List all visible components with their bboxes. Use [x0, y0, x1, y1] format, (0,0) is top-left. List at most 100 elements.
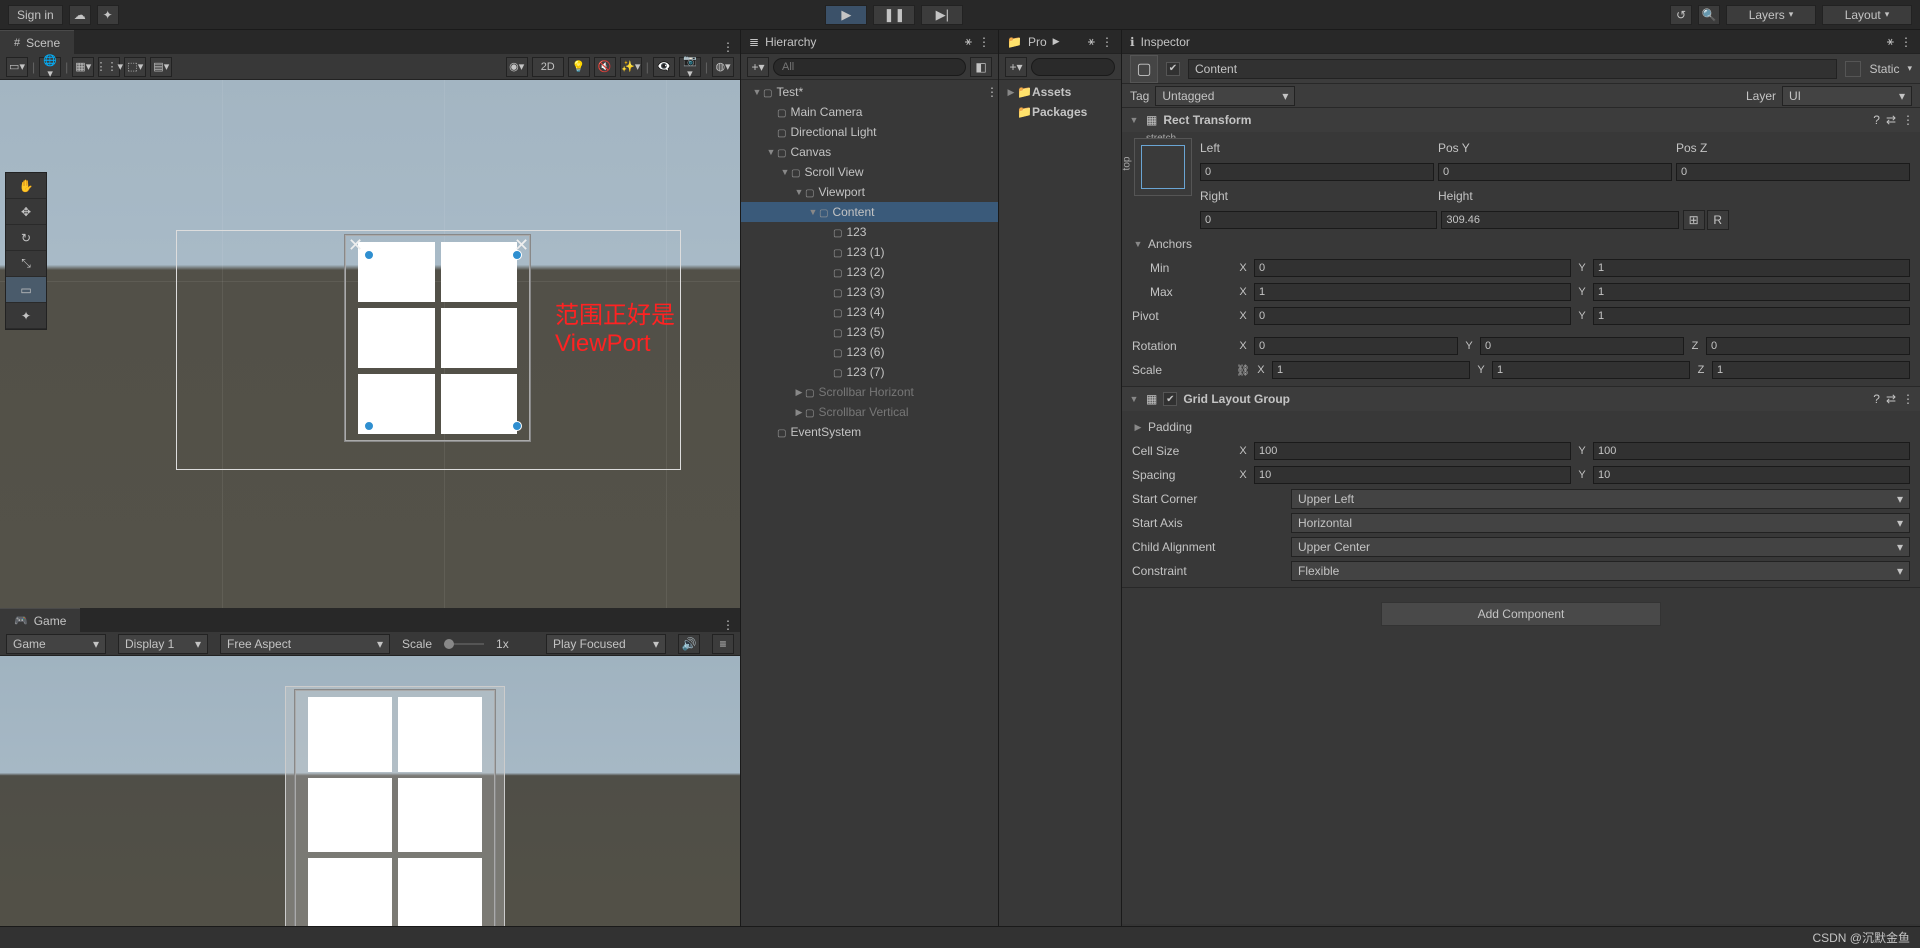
search-mode-button[interactable]: ◧	[970, 57, 992, 77]
scale-y[interactable]	[1492, 361, 1690, 379]
hierarchy-item[interactable]: 123 (1)	[741, 242, 998, 262]
anchors-fold[interactable]: ▼	[1132, 239, 1144, 249]
hand-tool[interactable]: ✋	[6, 173, 46, 199]
preset-icon[interactable]: ⇄	[1886, 392, 1896, 406]
grid-button[interactable]: ▦▾	[72, 57, 94, 77]
hierarchy-item[interactable]: 123 (4)	[741, 302, 998, 322]
gameobject-icon[interactable]: ▢	[1130, 55, 1158, 83]
add-button[interactable]: +▾	[747, 57, 769, 77]
step-button[interactable]: ▶|	[921, 5, 963, 25]
stats-button[interactable]: ≡	[712, 634, 734, 654]
hierarchy-item[interactable]: ▼Scroll View	[741, 162, 998, 182]
cell-y[interactable]	[1593, 442, 1910, 460]
rect-tool[interactable]: ▭	[6, 277, 46, 303]
hierarchy-item[interactable]: ▶Scrollbar Horizont	[741, 382, 998, 402]
lighting-button[interactable]: 💡	[568, 57, 590, 77]
hierarchy-item[interactable]: 123 (5)	[741, 322, 998, 342]
hierarchy-menu-icon[interactable]	[978, 35, 990, 49]
aspect-dropdown[interactable]: Free Aspect▾	[220, 634, 390, 654]
play-mode-dropdown[interactable]: Play Focused▾	[546, 634, 666, 654]
rot-z[interactable]	[1706, 337, 1910, 355]
project-menu-icon[interactable]	[1101, 35, 1113, 49]
display-dropdown[interactable]: Display 1▾	[118, 634, 208, 654]
anchor-preset-button[interactable]	[1134, 138, 1192, 196]
hierarchy-item[interactable]: 123 (6)	[741, 342, 998, 362]
vc-icon[interactable]: ✦	[97, 5, 119, 25]
inspector-menu-icon[interactable]	[1900, 35, 1912, 49]
fold-icon[interactable]: ▼	[1128, 394, 1140, 404]
help-icon[interactable]: ?	[1873, 113, 1880, 127]
anchor-max-x[interactable]	[1254, 283, 1571, 301]
start-axis-dropdown[interactable]: Horizontal▾	[1291, 513, 1910, 533]
hierarchy-item[interactable]: 123 (2)	[741, 262, 998, 282]
hierarchy-item[interactable]: ▼Viewport	[741, 182, 998, 202]
scale-tool[interactable]: ⤡	[6, 251, 46, 277]
anchor-min-x[interactable]	[1254, 259, 1571, 277]
lock-icon[interactable]: ⚹	[965, 34, 972, 49]
hierarchy-search[interactable]	[773, 58, 966, 76]
project-tree[interactable]: ▶📁 Assets📁 Packages	[999, 80, 1121, 948]
help-icon[interactable]: ?	[1873, 392, 1880, 406]
raw-edit-button[interactable]: R	[1707, 210, 1729, 230]
mute-button[interactable]: 🔊	[678, 634, 700, 654]
space-y[interactable]	[1593, 466, 1910, 484]
object-name-field[interactable]: Content	[1188, 59, 1837, 79]
layer-dropdown[interactable]: UI▾	[1782, 86, 1912, 106]
project-item[interactable]: 📁 Packages	[999, 102, 1121, 122]
scene-menu-icon[interactable]	[722, 40, 734, 54]
left-input[interactable]	[1200, 163, 1434, 181]
search-icon[interactable]: 🔍	[1698, 5, 1720, 25]
game-display-type[interactable]: Game▾	[6, 634, 106, 654]
right-input[interactable]	[1200, 211, 1437, 229]
fx-button[interactable]: ✨▾	[620, 57, 642, 77]
hierarchy-item[interactable]: ▼Content	[741, 202, 998, 222]
height-input[interactable]	[1441, 211, 1678, 229]
posy-input[interactable]	[1438, 163, 1672, 181]
scene-tab[interactable]: # Scene	[0, 30, 74, 54]
project-item[interactable]: ▶📁 Assets	[999, 82, 1121, 102]
hierarchy-item[interactable]: ▼Test*	[741, 82, 998, 102]
hierarchy-item[interactable]: Main Camera	[741, 102, 998, 122]
anchor-max-y[interactable]	[1593, 283, 1910, 301]
blueprint-button[interactable]: ⊞	[1683, 210, 1705, 230]
hierarchy-item[interactable]: 123 (7)	[741, 362, 998, 382]
grid-snap-button[interactable]: ▤▾	[150, 57, 172, 77]
hierarchy-item[interactable]: 123	[741, 222, 998, 242]
active-checkbox[interactable]: ✔	[1166, 62, 1180, 76]
hierarchy-item[interactable]: EventSystem	[741, 422, 998, 442]
component-menu-icon[interactable]	[1902, 392, 1914, 406]
tag-dropdown[interactable]: Untagged▾	[1155, 86, 1295, 106]
scene-view[interactable]: ✕ ✕ 范围正好是ViewPort ✋ ✥ ↻ ⤡ ▭ ✦	[0, 80, 740, 608]
play-button[interactable]: ▶	[825, 5, 867, 25]
hierarchy-item[interactable]: 123 (3)	[741, 282, 998, 302]
game-view[interactable]	[0, 656, 740, 948]
shading-button[interactable]: ◉▾	[506, 57, 528, 77]
hierarchy-tree[interactable]: ▼Test*Main CameraDirectional Light▼Canva…	[741, 80, 998, 948]
pivot-mode-button[interactable]: ▭▾	[6, 57, 28, 77]
component-menu-icon[interactable]	[1902, 113, 1914, 127]
snap-button[interactable]: ⬚▾	[124, 57, 146, 77]
scale-slider[interactable]	[444, 643, 484, 645]
audio-button[interactable]: 🔇	[594, 57, 616, 77]
anchor-handle[interactable]: ✕	[348, 235, 363, 256]
camera-button[interactable]: 📷▾	[679, 57, 701, 77]
move-tool[interactable]: ✥	[6, 199, 46, 225]
project-search[interactable]	[1031, 58, 1115, 76]
pivot-y[interactable]	[1593, 307, 1910, 325]
rotate-tool[interactable]: ↻	[6, 225, 46, 251]
hierarchy-item[interactable]: Directional Light	[741, 122, 998, 142]
undo-history-icon[interactable]: ↺	[1670, 5, 1692, 25]
add-component-button[interactable]: Add Component	[1381, 602, 1661, 626]
space-x[interactable]	[1254, 466, 1571, 484]
sign-in-button[interactable]: Sign in	[8, 5, 63, 25]
resize-handle[interactable]	[364, 250, 374, 260]
start-corner-dropdown[interactable]: Upper Left▾	[1291, 489, 1910, 509]
snap-inc-button[interactable]: ⋮⋮▾	[98, 57, 120, 77]
cloud-icon[interactable]: ☁	[69, 5, 91, 25]
resize-handle[interactable]	[512, 421, 522, 431]
hidden-button[interactable]: 👁‍🗨	[653, 57, 675, 77]
posz-input[interactable]	[1676, 163, 1910, 181]
child-align-dropdown[interactable]: Upper Center▾	[1291, 537, 1910, 557]
gizmos-button[interactable]: ◍▾	[712, 57, 734, 77]
cell-x[interactable]	[1254, 442, 1571, 460]
